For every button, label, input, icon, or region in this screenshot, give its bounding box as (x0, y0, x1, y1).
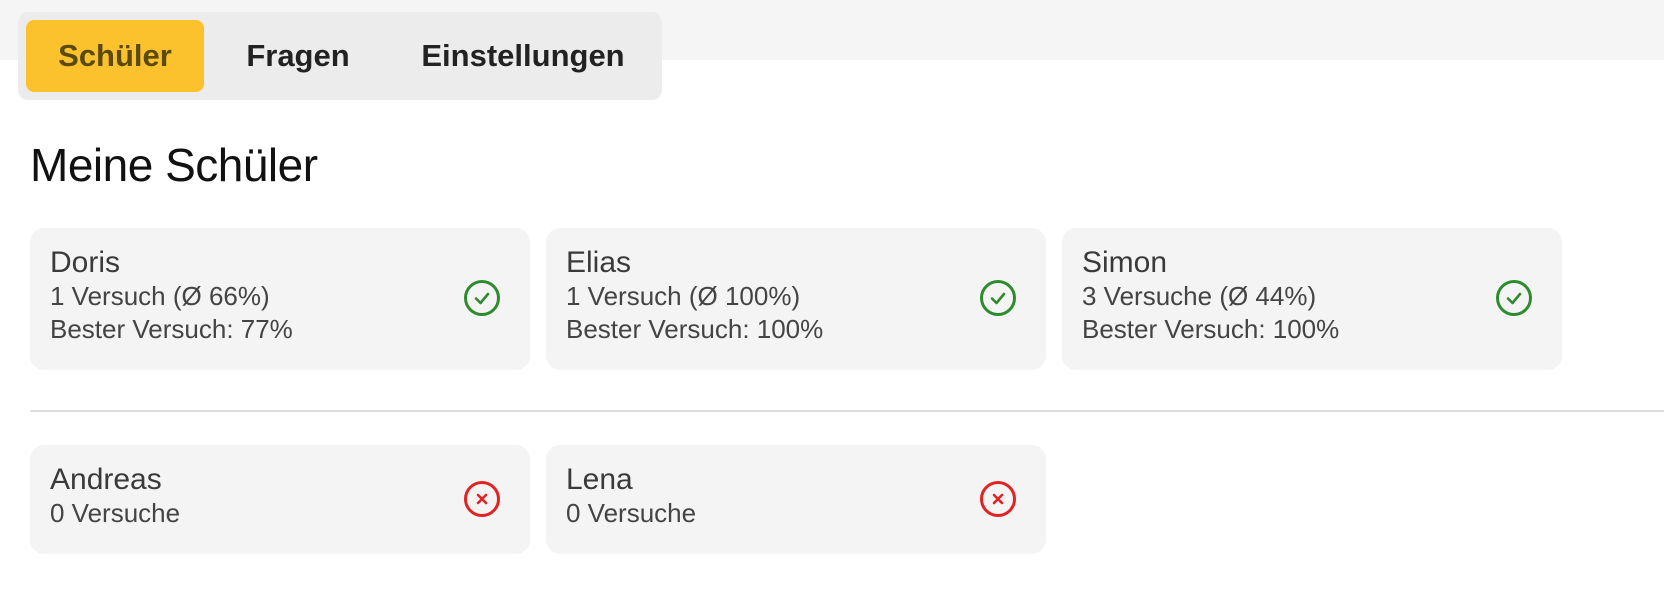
student-best-attempt: Bester Versuch: 100% (1082, 314, 1340, 344)
student-attempts: 1 Versuch (Ø 66%) (50, 281, 270, 311)
check-circle-icon (980, 280, 1016, 316)
student-best-attempt: Bester Versuch: 77% (50, 314, 293, 344)
student-attempts: 0 Versuche (566, 498, 697, 528)
student-card-simon[interactable]: Simon 3 Versuche (Ø 44%) Bester Versuch:… (1062, 228, 1562, 370)
student-name: Elias (566, 246, 632, 279)
student-attempts: 0 Versuche (50, 498, 181, 528)
page-title: Meine Schüler (30, 139, 318, 191)
student-attempts: 1 Versuch (Ø 100%) (566, 281, 801, 311)
student-name: Simon (1082, 246, 1168, 279)
student-card-lena[interactable]: Lena 0 Versuche (546, 445, 1046, 554)
x-circle-icon (464, 481, 500, 517)
check-circle-icon (1496, 280, 1532, 316)
x-circle-icon (980, 481, 1016, 517)
tab-einstellungen[interactable]: Einstellungen (392, 20, 654, 92)
tab-schueler[interactable]: Schüler (26, 20, 204, 92)
student-card-doris[interactable]: Doris 1 Versuch (Ø 66%) Bester Versuch: … (30, 228, 530, 370)
check-circle-icon (464, 280, 500, 316)
student-name: Andreas (50, 463, 162, 496)
student-card-andreas[interactable]: Andreas 0 Versuche (30, 445, 530, 554)
student-name: Lena (566, 463, 633, 496)
student-best-attempt: Bester Versuch: 100% (566, 314, 824, 344)
tab-bar: Schüler Fragen Einstellungen (18, 12, 662, 100)
student-attempts: 3 Versuche (Ø 44%) (1082, 281, 1317, 311)
student-card-elias[interactable]: Elias 1 Versuch (Ø 100%) Bester Versuch:… (546, 228, 1046, 370)
student-name: Doris (50, 246, 121, 279)
tab-fragen[interactable]: Fragen (204, 20, 392, 92)
section-divider (30, 410, 1664, 412)
